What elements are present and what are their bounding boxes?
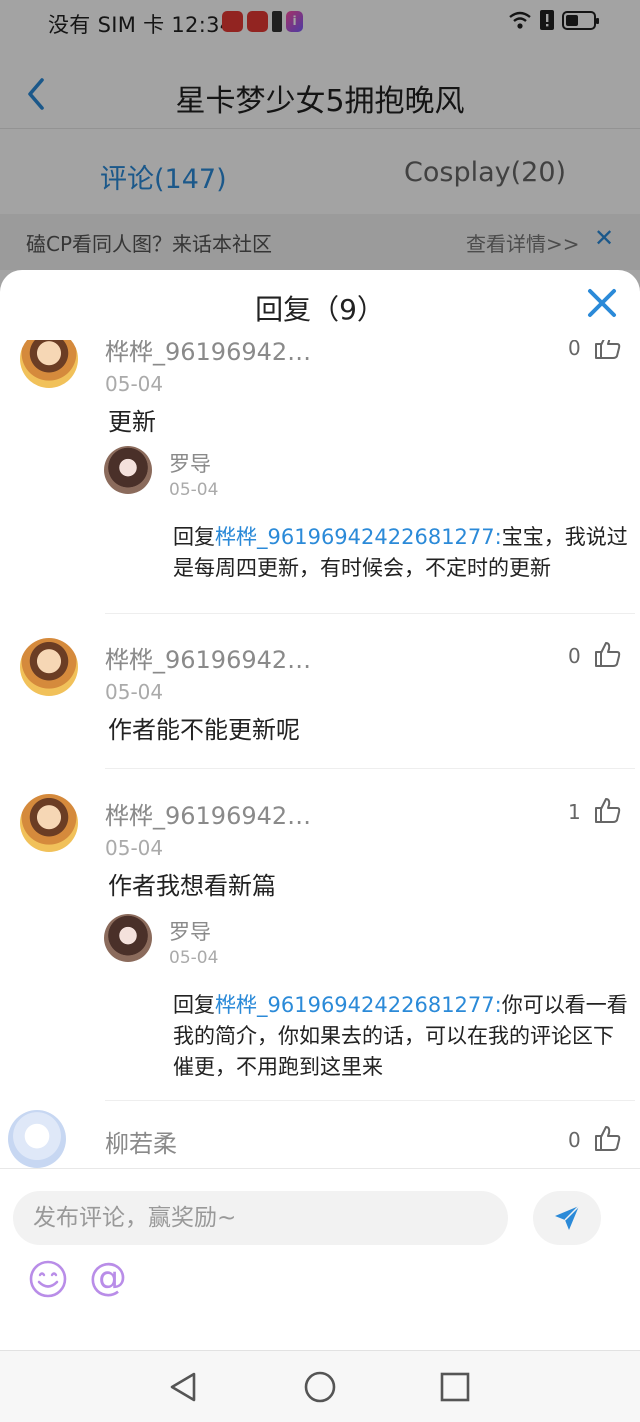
comment-date: 05-04 xyxy=(105,372,164,396)
reply-prefix: 回复 xyxy=(173,993,215,1017)
like-count: 1 xyxy=(568,800,581,824)
send-icon xyxy=(555,1204,580,1230)
reply-prefix: 回复 xyxy=(173,525,215,549)
comment-username[interactable]: 柳若柔 xyxy=(105,1124,177,1159)
divider xyxy=(105,613,635,614)
comment-username[interactable]: 桦桦_96196942… xyxy=(105,796,311,831)
system-navigation-bar xyxy=(0,1350,640,1422)
send-button[interactable] xyxy=(533,1191,601,1245)
reply-date: 05-04 xyxy=(169,480,219,500)
dim-overlay[interactable] xyxy=(0,0,640,300)
thumbs-up-icon[interactable] xyxy=(593,340,621,360)
sheet-title: 回复（9） xyxy=(255,293,385,326)
reply-date: 05-04 xyxy=(169,948,219,968)
comment-item: 桦桦_96196942… 05-04 作者我想看新篇 1 罗导 05-04 回复… xyxy=(0,794,640,1106)
comment-input[interactable] xyxy=(13,1191,508,1245)
comment-composer: @ xyxy=(0,1168,640,1350)
reply-target-user[interactable]: 桦桦_96196942422681277: xyxy=(215,525,502,549)
nav-back-icon[interactable] xyxy=(166,1370,200,1404)
replies-sheet: 回复（9） 桦桦_96196942… 05-04 更新 0 罗导 05-04 回… xyxy=(0,270,640,1350)
screen: 没有 SIM 卡 12:34 i 星卡梦少女5拥抱晚风 评论(147) Cosp… xyxy=(0,0,640,1422)
comment-date: 05-04 xyxy=(105,836,164,860)
comment-text: 作者能不能更新呢 xyxy=(108,716,300,744)
sheet-header: 回复（9） xyxy=(0,270,640,340)
like-count: 0 xyxy=(568,1128,581,1152)
comment-username[interactable]: 桦桦_96196942… xyxy=(105,640,311,675)
avatar[interactable] xyxy=(104,446,152,494)
comment-username[interactable]: 桦桦_96196942… xyxy=(105,340,311,367)
mention-button[interactable]: @ xyxy=(86,1255,130,1299)
avatar[interactable] xyxy=(8,1110,66,1168)
thumbs-up-icon[interactable] xyxy=(593,796,621,824)
nav-recents-icon[interactable] xyxy=(438,1370,472,1404)
thumbs-up-icon[interactable] xyxy=(593,1124,621,1152)
comment-date: 05-04 xyxy=(105,680,164,704)
comment-item: 桦桦_96196942… 05-04 作者能不能更新呢 0 xyxy=(0,638,640,778)
reply-username[interactable]: 罗导 xyxy=(169,916,211,946)
comment-item: 柳若柔 0 xyxy=(0,1110,640,1168)
reply-target-user[interactable]: 桦桦_96196942422681277: xyxy=(215,993,502,1017)
avatar[interactable] xyxy=(20,340,78,388)
divider xyxy=(105,1100,635,1101)
avatar[interactable] xyxy=(20,638,78,696)
close-icon xyxy=(588,289,616,317)
like-count: 0 xyxy=(568,644,581,668)
thumbs-up-icon[interactable] xyxy=(593,640,621,668)
reply-text: 回复桦桦_96196942422681277:宝宝，我说过是每周四更新，有时候会… xyxy=(173,522,628,584)
close-button[interactable] xyxy=(585,286,619,320)
avatar[interactable] xyxy=(104,914,152,962)
smiley-icon xyxy=(29,1260,67,1298)
emoji-button[interactable] xyxy=(28,1259,68,1299)
avatar[interactable] xyxy=(20,794,78,852)
divider xyxy=(105,768,635,769)
like-count: 0 xyxy=(568,340,581,360)
nav-home-icon[interactable] xyxy=(303,1370,337,1404)
comment-text: 作者我想看新篇 xyxy=(108,872,276,900)
reply-username[interactable]: 罗导 xyxy=(169,448,211,478)
comment-item: 桦桦_96196942… 05-04 更新 0 罗导 05-04 回复桦桦_96… xyxy=(0,340,640,618)
comment-text: 更新 xyxy=(108,408,156,436)
reply-text: 回复桦桦_96196942422681277:你可以看一看我的简介，你如果去的话… xyxy=(173,990,628,1083)
comment-list[interactable]: 桦桦_96196942… 05-04 更新 0 罗导 05-04 回复桦桦_96… xyxy=(0,340,640,1168)
